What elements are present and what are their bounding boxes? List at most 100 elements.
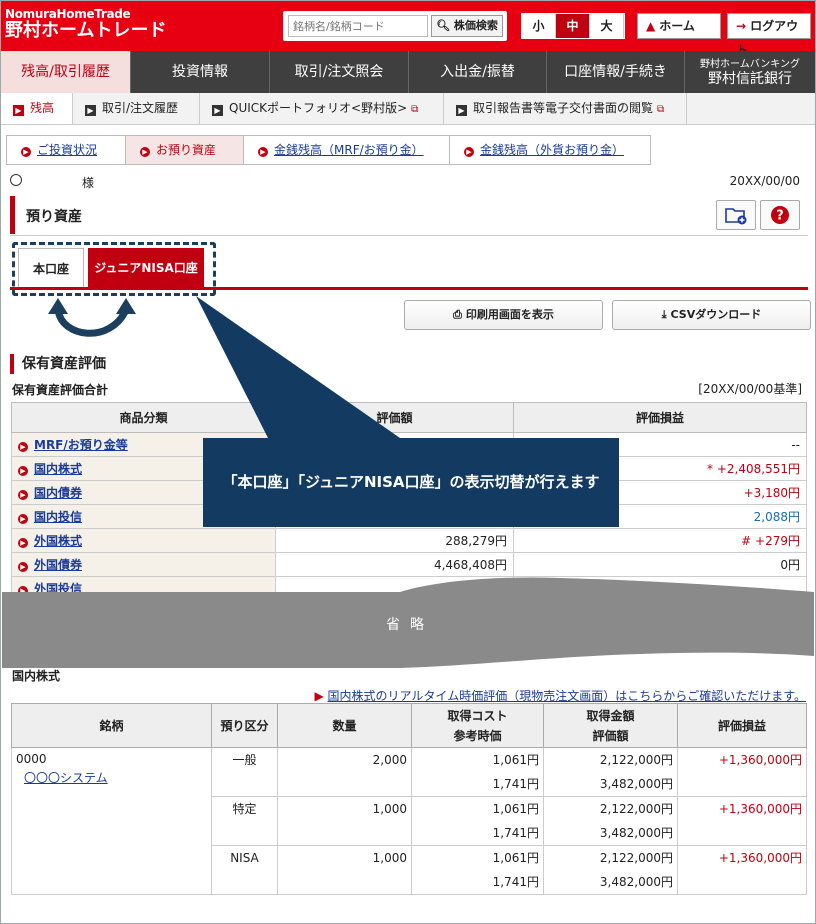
- snav-balance[interactable]: ▶ 残高: [1, 93, 73, 124]
- download-icon: ⤓: [661, 308, 667, 321]
- font-size-small[interactable]: 小: [522, 14, 556, 38]
- folder-add-button[interactable]: [716, 200, 756, 230]
- kubun-cell: 一般: [211, 747, 278, 797]
- tab-investment-status-label: ご投資状況: [37, 143, 98, 157]
- font-size-large[interactable]: 大: [590, 14, 624, 38]
- tab-cash-mrf[interactable]: ▶ 金銭残高（MRF/お預り金）: [244, 136, 450, 164]
- pl-cell: 2,088円: [513, 504, 807, 529]
- realtime-link[interactable]: ▶︎ 国内株式のリアルタイム時価評価（現物売注文画面）はこちらからご確認いただけ…: [314, 687, 806, 704]
- category-link[interactable]: 外国債券: [34, 558, 82, 572]
- cost-cell: 1,061円: [411, 796, 544, 821]
- tab-investment-status[interactable]: ▶ ご投資状況: [7, 136, 126, 164]
- table-row: ▶ 外国債券 4,468,408円 0円: [11, 552, 807, 577]
- category-link[interactable]: MRF/お預り金等: [34, 438, 128, 452]
- summary-subtitle: 保有資産評価合計: [12, 383, 109, 397]
- logout-button[interactable]: → ログアウト: [727, 13, 811, 57]
- price-cell: 1,741円: [411, 772, 544, 797]
- gnav-balance-history[interactable]: 残高/取引履歴: [1, 51, 131, 93]
- snav-reports-label: 取引報告書等電子交付書面の閲覧: [473, 101, 654, 115]
- summary-table: 商品分類 評価額 評価損益 ▶ MRF/お預り金等 -- ▶ 国内株式 * +2,4…: [11, 402, 807, 601]
- section-title: 保有資産評価: [10, 354, 106, 374]
- category-link[interactable]: 国内株式: [34, 462, 82, 476]
- table-row: ▶ 外国株式 288,279円 # +279円: [11, 528, 807, 553]
- tab-deposited-assets[interactable]: ▶ お預り資産: [126, 136, 244, 164]
- arrow-right-icon: ▶: [18, 538, 28, 548]
- arrow-right-icon: ▶: [140, 147, 150, 157]
- global-nav: 残高/取引履歴 投資情報 取引/注文照会 入出金/振替 口座情報/手続き 野村ホ…: [1, 51, 815, 93]
- page-title-bar: 預り資産 ?: [10, 196, 808, 236]
- font-size-switcher: 小 中 大: [521, 13, 625, 39]
- domestic-stock-table: 銘柄 預り区分 数量 取得コスト 参考時価 取得金額 評価額 評価損益 0000 〇…: [11, 703, 807, 895]
- category-link[interactable]: 国内投信: [34, 510, 82, 524]
- tab-cash-foreign[interactable]: ▶ 金銭残高（外貨お預り金）: [450, 136, 650, 164]
- col-price-label: 参考時価: [453, 728, 502, 743]
- pl-cell: --: [513, 432, 807, 457]
- gnav-investment-info[interactable]: 投資情報: [131, 51, 270, 93]
- asset-tabs: ▶ ご投資状況 ▶ お預り資産 ▶ 金銭残高（MRF/お預り金） ▶ 金銭残高（外貨お預…: [6, 135, 651, 165]
- pl-cell: # +279円: [513, 528, 807, 553]
- help-icon: ?: [771, 206, 789, 224]
- tab-deposited-assets-label: お預り資産: [156, 143, 217, 157]
- col-stock: 銘柄: [11, 703, 212, 748]
- print-view-button[interactable]: ⎙ 印刷用画面を表示: [404, 300, 603, 330]
- search-input[interactable]: [288, 15, 428, 37]
- svg-text:?: ?: [776, 209, 784, 224]
- home-button[interactable]: ▲ ホーム: [637, 13, 721, 39]
- tab-cash-mrf-label: 金銭残高（MRF/お預り金）: [274, 143, 424, 157]
- category-link[interactable]: 国内債券: [34, 486, 82, 500]
- csv-download-button[interactable]: ⤓ CSVダウンロード: [612, 300, 811, 330]
- user-date: 20XX/00/00: [729, 174, 800, 188]
- site-header: NomuraHomeTrade 野村ホームトレード 🔍︎ 株価検索 小 中 大 …: [1, 1, 815, 57]
- category-link[interactable]: 外国投信: [34, 582, 82, 596]
- pl-cell: +1,360,000円: [677, 747, 807, 797]
- col-pl: 評価損益: [677, 703, 807, 748]
- arrow-right-icon: ▶: [21, 147, 31, 157]
- snav-quick-portfolio[interactable]: ▶ QUICKポートフォリオ<野村版> ⧉: [200, 93, 444, 124]
- gnav-trade-inquiry[interactable]: 取引/注文照会: [270, 51, 409, 93]
- stock-search-button[interactable]: 🔍︎ 株価検索: [431, 15, 503, 37]
- highlight-dashed-box: [12, 242, 216, 296]
- stock-name-link[interactable]: 〇〇〇システム: [16, 771, 108, 785]
- folder-add-icon: [725, 208, 747, 225]
- pl-cell: [513, 576, 807, 601]
- font-size-medium[interactable]: 中: [556, 14, 590, 38]
- stock-cell: 0000 〇〇〇システム: [11, 747, 212, 895]
- arrow-right-icon: ▶: [18, 490, 28, 500]
- nomura-logo[interactable]: NomuraHomeTrade 野村ホームトレード: [5, 7, 166, 41]
- qty-cell: 1,000: [277, 845, 412, 895]
- category-link[interactable]: 外国株式: [34, 534, 82, 548]
- logout-icon: →: [736, 19, 747, 33]
- print-label: 印刷用画面を表示: [465, 308, 554, 321]
- printer-icon: ⎙: [453, 308, 462, 321]
- category-cell: ▶ 外国株式: [11, 528, 276, 553]
- snav-electronic-reports[interactable]: ▶ 取引報告書等電子交付書面の閲覧 ⧉: [444, 93, 687, 124]
- arrow-right-icon: ▶: [464, 147, 474, 157]
- external-link-icon: ⧉: [657, 104, 665, 115]
- tab-cash-foreign-label: 金銭残高（外貨お預り金）: [480, 143, 625, 157]
- price-cell: 1,741円: [411, 870, 544, 895]
- help-button[interactable]: ?: [760, 200, 800, 230]
- gnav-deposit-transfer[interactable]: 入出金/振替: [409, 51, 547, 93]
- snav-trade-history[interactable]: ▶ 取引/注文履歴: [73, 93, 200, 124]
- amount-cell: 2,122,000円: [543, 845, 678, 870]
- kubun-cell: NISA: [211, 845, 278, 895]
- arrow-right-icon: ▶: [258, 147, 268, 157]
- category-cell: ▶ 外国債券: [11, 552, 276, 577]
- pl-cell: +1,360,000円: [677, 796, 807, 846]
- as-of-date: [20XX/00/00基準]: [698, 382, 802, 396]
- logo-brand-en: NomuraHomeTrade: [5, 7, 131, 21]
- arrow-right-icon: ▶: [18, 586, 28, 596]
- snav-trade-history-label: 取引/注文履歴: [102, 101, 179, 115]
- col-value: 評価額: [274, 402, 515, 433]
- arrow-right-icon: ▶: [13, 105, 24, 116]
- realtime-link-text: 国内株式のリアルタイム時価評価（現物売注文画面）はこちらからご確認いただけます。: [327, 689, 806, 703]
- gnav-nomura-bank[interactable]: 野村ホームバンキング 野村信託銀行: [685, 51, 815, 93]
- kubun-cell: 特定: [211, 796, 278, 846]
- gnav-account-info[interactable]: 口座情報/手続き: [547, 51, 685, 93]
- title-accent: [10, 196, 15, 234]
- home-icon: ▲: [646, 19, 656, 33]
- external-link-icon: ⧉: [411, 104, 419, 115]
- value-cell: [274, 504, 515, 529]
- col-value-label: 評価額: [592, 728, 629, 743]
- category-cell: ▶ MRF/お預り金等: [11, 432, 276, 457]
